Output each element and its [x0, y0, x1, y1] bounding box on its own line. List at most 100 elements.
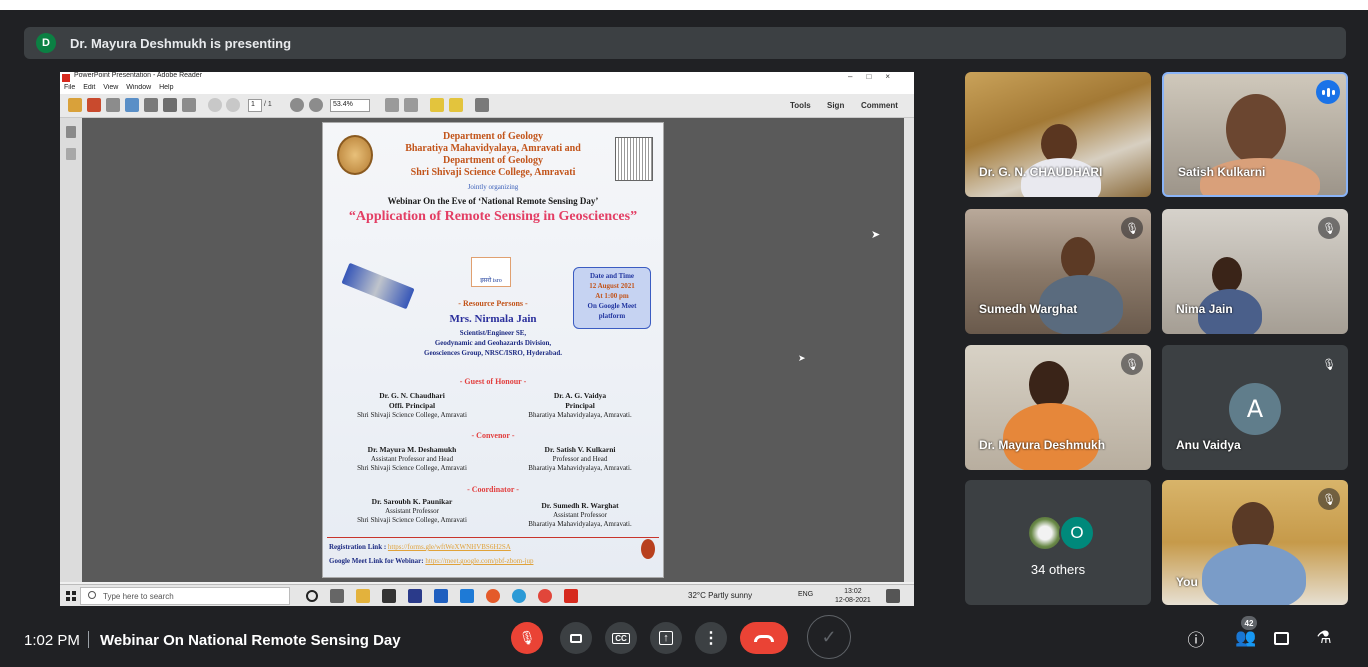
print-icon — [163, 98, 177, 112]
participant-name: Sumedh Warghat — [979, 302, 1078, 316]
participant-tile-nima[interactable]: 🎙 Nima Jain — [1162, 209, 1348, 334]
guest-heading: - Guest of Honour - — [459, 377, 527, 386]
people-button[interactable]: 👥 — [1235, 627, 1257, 649]
mic-off-icon: 🎙 — [1318, 488, 1340, 510]
cortana-icon — [306, 590, 318, 602]
tools-link: Tools — [790, 101, 811, 110]
taskbar-search: Type here to search — [80, 587, 290, 605]
participant-name: Satish Kulkarni — [1178, 165, 1266, 179]
present-now-button[interactable]: ↑ — [650, 622, 682, 654]
store-icon — [382, 589, 396, 603]
participant-tile-deshmukh[interactable]: 🎙 Dr. Mayura Deshmukh — [965, 345, 1151, 470]
mail-icon — [460, 589, 474, 603]
menu-help: Help — [159, 84, 174, 91]
page-number-field: 1 — [248, 99, 262, 112]
reader-scrollbar — [904, 118, 914, 582]
participant-video — [1212, 257, 1242, 293]
resource-heading: - Resource Persons - — [458, 299, 528, 308]
registration-line: Registration Link : https://forms.gle/wf… — [329, 543, 649, 551]
guest-left-org: Shri Shivaji Science College, Amravati — [357, 411, 467, 419]
menu-file: File — [64, 84, 76, 91]
fit-width-icon — [385, 98, 399, 112]
conv-left-name: Dr. Mayura M. Deshamukh — [367, 445, 457, 454]
participant-tile-anu[interactable]: 🎙 A Anu Vaidya — [1162, 345, 1348, 470]
attachments-icon — [66, 148, 76, 160]
app-icon — [434, 589, 448, 603]
shared-screen: PowerPoint Presentation - Adobe Reader –… — [60, 72, 914, 606]
mic-off-icon: 🎙 — [1121, 353, 1143, 375]
meet-label: Google Meet Link for Webinar: — [329, 557, 424, 565]
participant-tile-kulkarni[interactable]: Satish Kulkarni — [1162, 72, 1348, 197]
participant-tile-you[interactable]: 🎙 You — [1162, 480, 1348, 605]
next-page-icon — [226, 98, 240, 112]
meeting-title: Webinar On National Remote Sensing Day — [100, 632, 401, 649]
meeting-details-button[interactable]: ⓘ — [1185, 627, 1207, 651]
leave-call-button[interactable] — [740, 622, 788, 654]
edit-icon — [106, 98, 120, 112]
meet-line: Google Meet Link for Webinar: https://me… — [329, 557, 649, 565]
reader-left-panel — [60, 118, 82, 582]
participant-name: Dr. G. N. CHAUDHARI — [979, 165, 1103, 179]
reader-titlebar: PowerPoint Presentation - Adobe Reader –… — [60, 72, 914, 84]
reader-document-area: Department of Geology Bharatiya Mahavidy… — [60, 118, 914, 582]
presenting-text: Dr. Mayura Deshmukh is presenting — [70, 35, 292, 51]
check-button[interactable]: ✓ — [807, 615, 851, 659]
captions-button[interactable]: CC — [605, 622, 637, 654]
activities-icon: ⚗ — [1316, 628, 1332, 648]
people-icon: 👥 — [1235, 628, 1257, 648]
firefox-icon — [486, 589, 500, 603]
poster-dept-1: Department of Geology — [443, 131, 543, 142]
fullscreen-icon — [475, 98, 489, 112]
mouse-cursor-icon: ➤ — [871, 229, 881, 241]
chrome-icon — [538, 589, 552, 603]
convenor-right: Dr. Satish V. Kulkarni Professor and Hea… — [505, 445, 655, 473]
participant-tile-others[interactable]: O 34 others — [965, 480, 1151, 605]
participant-tile-chaudhari[interactable]: Dr. G. N. CHAUDHARI — [965, 72, 1151, 197]
poster-college-2: Shri Shivaji Science College, Amravati — [410, 167, 576, 178]
more-options-button[interactable]: ⋮ — [695, 622, 727, 654]
others-avatars: O — [1027, 515, 1097, 551]
highlight-icon — [449, 98, 463, 112]
guest-left-name: Dr. G. N. Chaudhari — [379, 391, 445, 400]
zoom-out-icon — [290, 98, 304, 112]
isro-logo: इसरो isro — [471, 257, 511, 287]
guest-left-role: Offi. Principal — [388, 401, 436, 410]
participant-avatar — [1027, 515, 1063, 551]
chat-button[interactable] — [1270, 627, 1292, 649]
participant-video — [1029, 361, 1069, 409]
poster-seal — [641, 539, 655, 559]
share-icon — [125, 98, 139, 112]
participant-body — [1003, 403, 1099, 470]
reader-menubar: File Edit View Window Help — [60, 84, 914, 94]
poster-divider — [327, 537, 659, 538]
coord-left-org: Shri Shivaji Science College, Amravati — [357, 516, 467, 524]
convenor-heading: - Convenor - — [471, 431, 515, 440]
participant-body — [1202, 544, 1306, 605]
speaking-indicator-icon — [1316, 80, 1340, 104]
date-value: 12 August 2021 — [589, 282, 635, 290]
activities-button[interactable]: ⚗ — [1313, 627, 1335, 649]
windows-start-icon — [66, 591, 76, 601]
poster-jointly: Jointly organizing — [467, 183, 519, 191]
chat-icon — [1273, 631, 1289, 645]
mic-toggle-button[interactable]: 🎙 — [511, 622, 543, 654]
participant-tile-warghat[interactable]: 🎙 Sumedh Warghat — [965, 209, 1151, 334]
comment-link: Comment — [861, 101, 898, 110]
coord-right-name: Dr. Sumedh R. Warghat — [541, 501, 619, 510]
menu-edit: Edit — [83, 84, 96, 91]
taskbar-clock: 13:02 12-08-2021 — [835, 587, 871, 605]
participant-avatar: O — [1059, 515, 1095, 551]
present-icon: ↑ — [659, 631, 673, 645]
webinar-poster: Department of Geology Bharatiya Mahavidy… — [322, 122, 664, 578]
mic-off-icon: 🎙 — [1322, 358, 1336, 371]
registration-label: Registration Link : — [329, 543, 387, 551]
resource-line-2: Geodynamic and Geohazards Division, — [434, 339, 552, 347]
camera-toggle-button[interactable] — [560, 622, 592, 654]
guest-right-name: Dr. A. G. Vaidya — [553, 391, 607, 400]
save-icon — [144, 98, 158, 112]
presenter-avatar: D — [36, 33, 56, 53]
meeting-controls-bar: 1:02 PM Webinar On National Remote Sensi… — [0, 610, 1368, 667]
sign-link: Sign — [827, 101, 845, 110]
edge-icon — [512, 589, 526, 603]
date-heading: Date and Time — [589, 272, 635, 280]
